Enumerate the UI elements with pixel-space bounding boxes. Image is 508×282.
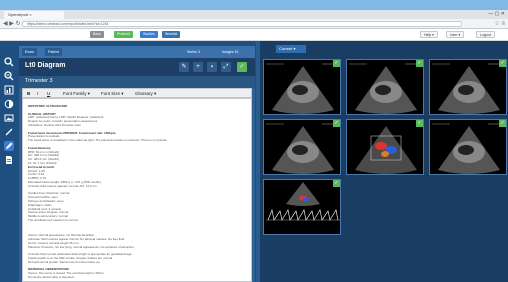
trash-icon[interactable]: ▪: [207, 62, 217, 72]
selected-check-icon[interactable]: ✓: [333, 60, 340, 67]
help-menu[interactable]: Help ▾: [420, 31, 438, 38]
report-line: Amniotic fluid volume appears normal. AF…: [28, 183, 97, 188]
ultrasound-image: [432, 63, 504, 114]
window-controls[interactable]: — ▢ ✕: [488, 11, 505, 17]
ultrasound-image: [349, 63, 421, 114]
browser-menu-icon[interactable]: ☆ ≡: [494, 20, 505, 27]
report-line: The umbilical cord insertion is normal.: [28, 218, 79, 222]
report-line: Placenta: Posterior, not low lying, norm…: [28, 244, 135, 249]
browser-tab[interactable]: Openreport ×: [4, 11, 64, 19]
report-line: Normal interval growth. Recommend routin…: [28, 259, 101, 264]
pencil-icon[interactable]: [4, 141, 14, 151]
image-viewer: Current ▾ ✓ ✓ ✓ ✓ ✓ ✓ ✓: [260, 41, 508, 282]
expand-icon[interactable]: ⤢: [221, 62, 231, 72]
image-count: Images 10: [222, 50, 239, 54]
image-thumbnail[interactable]: ✓: [346, 119, 424, 175]
selected-check-icon[interactable]: ✓: [333, 180, 340, 187]
browser-window: Openreport × — ▢ ✕ ◀ ▶ ↻ https://demo.vi…: [0, 10, 508, 282]
measure-icon[interactable]: [4, 127, 14, 137]
report-title: Lt0 Diagram: [25, 62, 66, 69]
studies-button[interactable]: Studies: [140, 31, 158, 38]
selected-check-icon[interactable]: ✓: [499, 120, 506, 127]
ultrasound-image: [432, 123, 504, 174]
bold-button[interactable]: B: [27, 90, 30, 97]
tab-patient[interactable]: Patient: [45, 48, 62, 56]
report-document-icon[interactable]: [4, 155, 14, 165]
doppler-image: [355, 126, 417, 174]
selected-check-icon[interactable]: ✓: [333, 120, 340, 127]
user-menu[interactable]: User ▾: [446, 31, 465, 38]
font-size-select[interactable]: Font Size ▾: [101, 90, 124, 97]
contrast-icon[interactable]: [4, 99, 14, 109]
image-icon[interactable]: [4, 113, 14, 123]
image-thumbnail[interactable]: ✓: [263, 59, 341, 115]
ultrasound-image: [266, 63, 338, 114]
image-thumbnail[interactable]: ✓: [429, 59, 507, 115]
search-icon[interactable]: [4, 57, 14, 67]
url-input[interactable]: https://demo.viewrad.com/report/index.ht…: [22, 21, 462, 27]
image-thumbnail[interactable]: ✓: [263, 179, 341, 235]
plus-icon[interactable]: +: [193, 62, 203, 72]
report-line: The foetal spine is visualised in the ma…: [28, 138, 168, 143]
editor-toolbar: B I U Font Family ▾ Font Size ▾ Glossary…: [22, 88, 252, 98]
font-family-select[interactable]: Font Family ▾: [63, 90, 90, 97]
zoom-icon[interactable]: [4, 71, 14, 81]
protocol-button[interactable]: Protocol: [114, 31, 133, 38]
tab-exam[interactable]: Exam: [22, 48, 37, 56]
series-count: Series 3: [187, 50, 200, 54]
report-line: Indications: Routine third trimester sca…: [28, 123, 81, 127]
layout-icon[interactable]: [4, 85, 14, 95]
app-toolbar: Back Protocol Studies Worklist Help ▾ Us…: [0, 29, 508, 41]
report-panel: Exam Patient Series 3 Images 10 Lt0 Diag…: [19, 46, 255, 282]
image-thumbnail[interactable]: ✓: [429, 119, 507, 175]
image-thumbnail[interactable]: ✓: [263, 119, 341, 175]
sign-check-icon[interactable]: ✓: [237, 62, 247, 72]
template-row: Trimester 3: [19, 76, 255, 88]
logout-button[interactable]: Logout: [476, 31, 495, 38]
image-thumbnail[interactable]: ✓: [346, 59, 424, 115]
ultrasound-image: [266, 123, 338, 174]
report-line: OBSTETRIC ULTRASOUND: [28, 104, 67, 108]
selected-check-icon[interactable]: ✓: [416, 60, 423, 67]
left-toolbar: [0, 41, 18, 282]
report-line: No uterine abnormality is detected.: [28, 275, 75, 279]
selected-check-icon[interactable]: ✓: [499, 60, 506, 67]
glossary-select[interactable]: Glossary ▾: [135, 90, 156, 97]
browser-tab-bar: Openreport × — ▢ ✕: [0, 10, 508, 19]
selected-check-icon[interactable]: ✓: [416, 120, 423, 127]
back-button[interactable]: Back: [90, 31, 104, 38]
worklist-button[interactable]: Worklist: [162, 31, 181, 38]
report-editor[interactable]: OBSTETRIC ULTRASOUND CLINICAL HISTORY LMP:…: [22, 98, 252, 282]
spectral-doppler-image: [266, 182, 340, 221]
patient-bar: Exam Patient Series 3 Images 10: [19, 46, 255, 58]
navigation-icons[interactable]: ◀ ▶ ↻: [3, 20, 21, 27]
edit-icon[interactable]: ✎: [179, 62, 189, 72]
address-bar-row: ◀ ▶ ↻ https://demo.viewrad.com/report/in…: [0, 19, 508, 29]
current-series-dropdown[interactable]: Current ▾: [276, 45, 306, 53]
report-title-bar: Lt0 Diagram ✎ + ▪ ⤢ ✓: [19, 58, 255, 76]
template-name[interactable]: Trimester 3: [25, 78, 53, 84]
italic-button[interactable]: I: [37, 90, 38, 97]
underline-button[interactable]: U: [47, 90, 50, 97]
